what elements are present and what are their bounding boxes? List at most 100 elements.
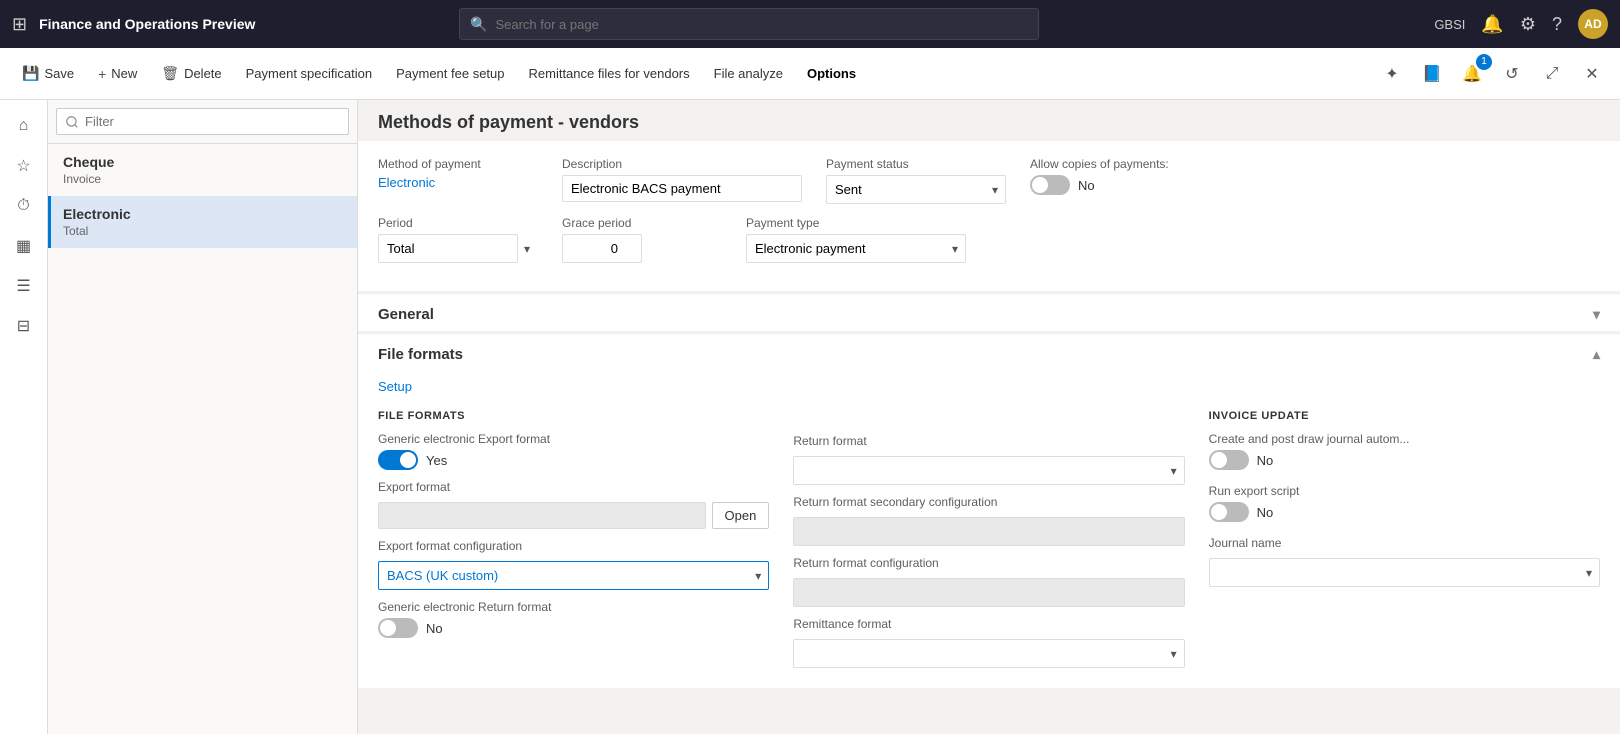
- run-export-value: No: [1257, 505, 1274, 520]
- remittance-format-select-wrapper: [793, 639, 1184, 668]
- export-format-config-wrapper: BACS (UK custom): [378, 561, 769, 590]
- period-group: Period Total None Day Week Month: [378, 216, 538, 263]
- action-bar: 💾 Save + New 🗑 Delete Payment specificat…: [0, 48, 1620, 100]
- payment-type-label: Payment type: [746, 216, 966, 230]
- grace-period-label: Grace period: [562, 216, 722, 230]
- export-format-input[interactable]: [378, 502, 706, 529]
- create-post-value: No: [1257, 453, 1274, 468]
- journal-name-select[interactable]: [1209, 558, 1600, 587]
- file-formats-label: FILE FORMATS: [378, 410, 769, 422]
- description-group: Description: [562, 157, 802, 202]
- user-avatar[interactable]: AD: [1578, 9, 1608, 39]
- list-item-electronic[interactable]: Electronic Total: [48, 196, 357, 248]
- allow-copies-toggle[interactable]: [1030, 175, 1070, 195]
- filter-icon[interactable]: ⊟: [6, 308, 42, 344]
- return-format-config-input[interactable]: [793, 578, 1184, 607]
- save-button[interactable]: 💾 Save: [12, 59, 84, 88]
- method-of-payment-label: Method of payment: [378, 157, 538, 171]
- return-format-secondary-group: Return format secondary configuration: [793, 495, 1184, 546]
- search-bar[interactable]: 🔍: [459, 8, 1039, 40]
- payment-status-select[interactable]: Sent None Error: [826, 175, 1006, 204]
- return-format-select-wrapper: [793, 456, 1184, 485]
- remittance-files-button[interactable]: Remittance files for vendors: [519, 60, 700, 87]
- star-icon[interactable]: ☆: [6, 148, 42, 184]
- delete-button[interactable]: 🗑 Delete: [151, 59, 231, 88]
- payment-status-group: Payment status Sent None Error: [826, 157, 1006, 204]
- grace-period-input[interactable]: [562, 234, 642, 263]
- method-of-payment-group: Method of payment Electronic: [378, 157, 538, 190]
- allow-copies-toggle-wrapper: No: [1030, 175, 1190, 195]
- grace-period-group: Grace period: [562, 216, 722, 263]
- top-bar-right: GBSI 🔔 ⚙ ? AD: [1434, 9, 1608, 39]
- remittance-format-select[interactable]: [793, 639, 1184, 668]
- return-format-label: Return format: [793, 434, 1184, 448]
- generic-export-toggle[interactable]: [378, 450, 418, 470]
- return-format-config-group: Return format configuration: [793, 556, 1184, 607]
- payment-type-select[interactable]: Electronic payment Check None: [746, 234, 966, 263]
- main-layout: ⌂ ☆ ⏱ ▦ ☰ ⊟ Cheque Invoice Electronic To…: [0, 100, 1620, 734]
- content-area: Methods of payment - vendors Method of p…: [358, 100, 1620, 734]
- return-format-secondary-label: Return format secondary configuration: [793, 495, 1184, 509]
- file-formats-content: Setup FILE FORMATS Generic electronic Ex…: [358, 371, 1620, 688]
- generic-return-group: Generic electronic Return format No: [378, 600, 769, 638]
- period-select[interactable]: Total None Day Week Month: [378, 234, 518, 263]
- period-label: Period: [378, 216, 538, 230]
- alert-count: 1: [1476, 54, 1492, 70]
- sidebar-icons: ⌂ ☆ ⏱ ▦ ☰ ⊟: [0, 100, 48, 734]
- setup-link[interactable]: Setup: [378, 371, 412, 402]
- options-button[interactable]: Options: [797, 60, 866, 87]
- return-format-col: Return format Return format secondary co…: [793, 402, 1184, 668]
- create-post-toggle-wrapper: No: [1209, 450, 1600, 470]
- refresh-icon[interactable]: ↺: [1496, 58, 1528, 90]
- help-icon[interactable]: ?: [1552, 14, 1562, 35]
- alerts-icon[interactable]: 🔔 1: [1456, 58, 1488, 90]
- create-post-label: Create and post draw journal autom...: [1209, 432, 1600, 446]
- open-button[interactable]: Open: [712, 502, 770, 529]
- filter-input[interactable]: [56, 108, 349, 135]
- bookmark-icon[interactable]: 📘: [1416, 58, 1448, 90]
- allow-copies-value: No: [1078, 178, 1095, 193]
- save-icon: 💾: [22, 65, 39, 82]
- remittance-format-group: Remittance format: [793, 617, 1184, 668]
- settings-icon[interactable]: ⚙: [1520, 14, 1536, 35]
- payment-fee-setup-button[interactable]: Payment fee setup: [386, 60, 514, 87]
- history-icon[interactable]: ⏱: [6, 188, 42, 224]
- personalize-icon[interactable]: ✦: [1376, 58, 1408, 90]
- return-format-group: Return format: [793, 434, 1184, 485]
- menu-icon[interactable]: ☰: [6, 268, 42, 304]
- expand-icon[interactable]: ⤢: [1536, 58, 1568, 90]
- description-input[interactable]: [562, 175, 802, 202]
- list-item-cheque[interactable]: Cheque Invoice: [48, 144, 357, 196]
- create-post-group: Create and post draw journal autom... No: [1209, 432, 1600, 470]
- home-icon[interactable]: ⌂: [6, 108, 42, 144]
- journal-name-label: Journal name: [1209, 536, 1600, 550]
- file-formats-col: FILE FORMATS Generic electronic Export f…: [378, 402, 769, 638]
- export-format-row: Open: [378, 502, 769, 529]
- run-export-group: Run export script No: [1209, 484, 1600, 522]
- export-format-config-select[interactable]: BACS (UK custom): [378, 561, 769, 590]
- new-button[interactable]: + New: [88, 60, 147, 88]
- search-input[interactable]: [495, 17, 1028, 32]
- create-post-toggle[interactable]: [1209, 450, 1249, 470]
- general-collapse-icon: ▾: [1593, 306, 1600, 323]
- general-section-header[interactable]: General ▾: [358, 293, 1620, 331]
- list-items: Cheque Invoice Electronic Total: [48, 144, 357, 248]
- return-format-select[interactable]: [793, 456, 1184, 485]
- list-item-name: Electronic: [63, 206, 345, 222]
- workspace-icon[interactable]: ▦: [6, 228, 42, 264]
- generic-return-toggle[interactable]: [378, 618, 418, 638]
- grid-icon[interactable]: ⊞: [12, 14, 27, 35]
- file-analyze-button[interactable]: File analyze: [704, 60, 793, 87]
- remittance-format-label: Remittance format: [793, 617, 1184, 631]
- run-export-toggle[interactable]: [1209, 502, 1249, 522]
- method-of-payment-value[interactable]: Electronic: [378, 175, 538, 190]
- search-icon: 🔍: [470, 16, 487, 33]
- file-formats-section-header[interactable]: File formats ▴: [358, 333, 1620, 371]
- content-header: Methods of payment - vendors: [358, 100, 1620, 141]
- close-icon[interactable]: ✕: [1576, 58, 1608, 90]
- return-format-secondary-input[interactable]: [793, 517, 1184, 546]
- notification-icon[interactable]: 🔔: [1481, 14, 1503, 35]
- general-section-title: General: [378, 306, 434, 323]
- payment-status-label: Payment status: [826, 157, 1006, 171]
- payment-specification-button[interactable]: Payment specification: [236, 60, 382, 87]
